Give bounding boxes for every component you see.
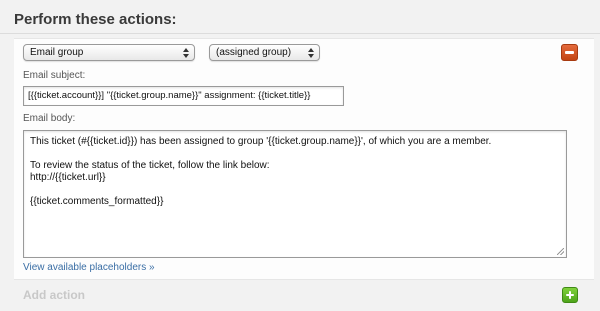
body-line: http://{{ticket.url}} xyxy=(30,172,106,183)
resize-handle-icon[interactable] xyxy=(557,248,564,255)
select-arrows-icon xyxy=(308,46,315,59)
email-subject-label: Email subject: xyxy=(23,70,86,81)
add-action-button[interactable] xyxy=(562,287,578,303)
add-action-label: Add action xyxy=(23,288,85,302)
body-line xyxy=(30,184,560,196)
body-line: {{ticket.comments_formatted}} xyxy=(30,196,164,207)
email-subject-input[interactable]: [{{ticket.account}}] "{{ticket.group.nam… xyxy=(23,86,344,106)
group-select[interactable]: (assigned group) xyxy=(209,44,320,61)
divider xyxy=(0,33,600,34)
action-type-select[interactable]: Email group xyxy=(23,44,195,61)
remove-action-button[interactable] xyxy=(561,44,578,61)
group-select-value: (assigned group) xyxy=(216,47,292,58)
body-line: To review the status of the ticket, foll… xyxy=(30,160,270,171)
select-arrows-icon xyxy=(183,46,190,59)
body-line xyxy=(30,148,560,160)
view-placeholders-link[interactable]: View available placeholders » xyxy=(23,262,155,273)
email-body-label: Email body: xyxy=(23,113,76,124)
action-type-value: Email group xyxy=(30,47,84,58)
body-line: This ticket (#{{ticket.id}}) has been as… xyxy=(30,136,492,147)
minus-icon xyxy=(565,51,574,54)
email-body-textarea[interactable]: This ticket (#{{ticket.id}}) has been as… xyxy=(23,130,567,258)
section-title: Perform these actions: xyxy=(14,11,177,28)
